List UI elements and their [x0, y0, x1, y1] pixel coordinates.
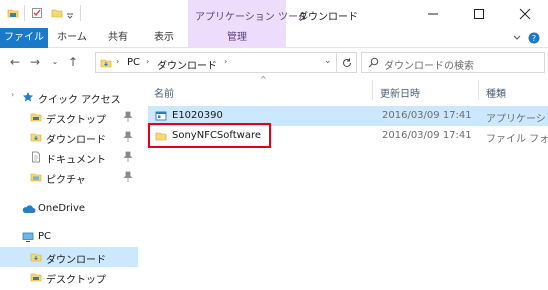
nav-label: デスクトップ	[46, 115, 106, 126]
desktop-folder-icon	[30, 113, 42, 122]
nav-pictures[interactable]: ピクチャ	[0, 167, 138, 187]
tab-home[interactable]: ホーム	[52, 28, 92, 48]
nav-desktop-pc[interactable]: デスクトップ	[0, 267, 138, 287]
address-divider	[336, 53, 337, 72]
search-placeholder: ダウンロードの検索	[384, 61, 474, 72]
back-button[interactable]: ←	[8, 55, 22, 69]
downloads-folder-icon	[30, 133, 42, 142]
pictures-folder-icon	[30, 173, 42, 182]
column-divider[interactable]	[372, 80, 373, 100]
search-box[interactable]: ダウンロードの検索	[361, 52, 545, 73]
breadcrumb-downloads[interactable]: ダウンロード	[157, 57, 217, 72]
file-modified: 2016/03/09 17:41	[382, 110, 472, 121]
refresh-icon[interactable]	[341, 57, 353, 69]
downloads-folder-icon	[100, 59, 112, 68]
properties-icon[interactable]	[31, 7, 43, 19]
address-row: ← → ⌄ ↑ › PC › ダウンロード › ⌄ ダウンロードの検索	[0, 48, 548, 76]
recent-locations-button[interactable]: ⌄	[48, 55, 62, 69]
toolbar-separator	[80, 5, 81, 21]
up-button[interactable]: ↑	[66, 55, 80, 69]
search-icon	[368, 57, 379, 68]
nav-label: デスクトップ	[46, 275, 106, 286]
breadcrumb-separator: ›	[146, 57, 150, 66]
new-folder-icon[interactable]	[51, 7, 63, 19]
breadcrumb-separator: ›	[224, 57, 228, 66]
tab-share[interactable]: 共有	[98, 28, 138, 48]
file-type: ファイル フォルダー	[486, 134, 548, 145]
nav-onedrive[interactable]: OneDrive	[0, 199, 138, 219]
nav-downloads[interactable]: ダウンロード	[0, 247, 138, 267]
address-dropdown-icon[interactable]: ⌄	[324, 56, 332, 66]
nav-label: クイック アクセス	[38, 95, 121, 106]
pin-icon[interactable]	[123, 131, 133, 143]
pin-icon[interactable]	[123, 151, 133, 163]
maximize-button[interactable]	[456, 0, 502, 28]
expand-ribbon-icon[interactable]	[512, 33, 522, 43]
window-title: ダウンロード	[298, 12, 358, 23]
nav-label: ドキュメント	[46, 155, 106, 166]
pin-icon[interactable]	[123, 111, 133, 123]
desktop-folder-icon	[30, 273, 42, 282]
column-header-type[interactable]: 種類	[486, 85, 506, 100]
nav-pc[interactable]: PC	[0, 227, 138, 247]
nav-label: ダウンロード	[46, 135, 106, 146]
application-icon	[155, 111, 167, 121]
nav-label: PC	[38, 231, 52, 242]
highlight-annotation	[148, 123, 271, 148]
expand-chevron-icon[interactable]: ›	[11, 90, 14, 99]
forward-button[interactable]: →	[28, 55, 42, 69]
title-bar: アプリケーション ツール ダウンロード	[0, 0, 548, 28]
contextual-tab-label: アプリケーション ツール	[195, 12, 308, 23]
ribbon-tab-row: ファイル ホーム 共有 表示 管理 ?	[0, 28, 548, 48]
file-type: アプリケーション	[486, 114, 548, 125]
svg-text:?: ?	[532, 34, 536, 43]
sort-ascending-icon: ^	[260, 75, 267, 84]
folder-icon[interactable]	[7, 7, 19, 19]
column-header-modified[interactable]: 更新日時	[380, 85, 420, 100]
breadcrumb-pc[interactable]: PC	[127, 57, 140, 68]
column-divider[interactable]	[478, 80, 479, 100]
toolbar-separator	[24, 5, 25, 21]
customize-toolbar-icon[interactable]	[66, 7, 74, 19]
file-name: E1020390	[172, 110, 223, 121]
downloads-folder-icon	[30, 253, 42, 262]
tab-view[interactable]: 表示	[144, 28, 184, 48]
navigation-pane: › クイック アクセス デスクトップ ダウンロード ドキュメント ピクチャ On…	[0, 76, 140, 290]
help-icon[interactable]: ?	[528, 32, 540, 44]
column-header-name[interactable]: 名前	[154, 85, 174, 100]
nav-label: ダウンロード	[46, 255, 106, 266]
tab-file[interactable]: ファイル	[0, 28, 48, 48]
nav-downloads-quick[interactable]: ダウンロード	[0, 127, 138, 147]
minimize-button[interactable]	[410, 0, 456, 28]
star-icon	[23, 92, 33, 102]
address-bar[interactable]: › PC › ダウンロード › ⌄	[95, 52, 357, 73]
nav-label: ピクチャ	[46, 175, 86, 186]
breadcrumb-separator: ›	[116, 57, 120, 66]
documents-folder-icon	[32, 151, 40, 163]
close-button[interactable]	[502, 0, 548, 28]
nav-quick-access[interactable]: › クイック アクセス	[0, 87, 138, 107]
nav-documents[interactable]: ドキュメント	[0, 147, 138, 167]
pin-icon[interactable]	[123, 171, 133, 183]
file-list: ^ 名前 更新日時 種類 E1020390 2016/03/09 17:41 ア…	[148, 75, 548, 290]
file-modified: 2016/03/09 17:41	[382, 130, 472, 141]
nav-desktop[interactable]: デスクトップ	[0, 107, 138, 127]
column-header-row: ^ 名前 更新日時 種類	[148, 75, 548, 102]
contextual-tab-header: アプリケーション ツール	[188, 0, 308, 28]
computer-icon	[22, 232, 34, 242]
tab-manage[interactable]: 管理	[188, 28, 286, 48]
nav-label: OneDrive	[38, 203, 86, 214]
cloud-icon	[22, 205, 36, 213]
